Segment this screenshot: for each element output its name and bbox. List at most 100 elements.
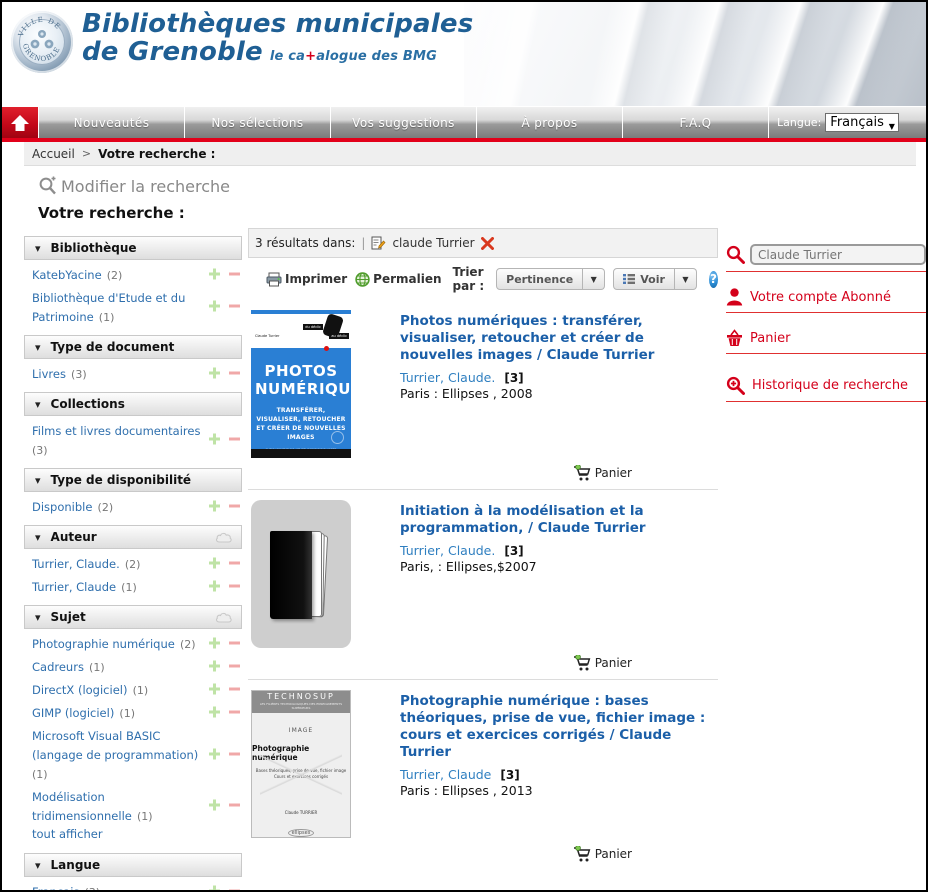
add-filter-icon[interactable] — [209, 799, 220, 811]
ville-de-grenoble-logo[interactable]: VILLE DE GRENOBLE — [11, 11, 73, 73]
chevron-down-icon: ▾ — [35, 530, 41, 544]
add-filter-icon[interactable] — [209, 300, 220, 312]
facet-header-bibliotheque[interactable]: ▾ Bibliothèque — [24, 236, 242, 260]
remove-x-icon[interactable] — [480, 236, 494, 250]
exclude-filter-icon[interactable] — [229, 271, 240, 276]
result-author[interactable]: Turrier, Claude. — [400, 370, 495, 385]
chevron-down-icon[interactable]: ▼ — [674, 268, 697, 290]
add-to-cart-button[interactable]: Panier — [573, 846, 632, 862]
result-publication: Paris : Ellipses , 2008 — [400, 386, 533, 401]
facet-item-label[interactable]: Photographie numérique — [32, 637, 175, 651]
facet-header-type-de-disponibilite[interactable]: ▾ Type de disponibilité — [24, 468, 242, 492]
exclude-filter-icon[interactable] — [229, 751, 240, 756]
nav-item-nos-selections[interactable]: Nos sélections — [184, 107, 330, 138]
nav-item-faq[interactable]: F.A.Q — [622, 107, 768, 138]
exclude-filter-icon[interactable] — [229, 304, 240, 309]
exclude-filter-icon[interactable] — [229, 437, 240, 442]
facet-item-label[interactable]: Turrier, Claude. — [32, 557, 120, 571]
cover-series-subtitle: LES FILIÈRES TECHNOLOGIQUES DES ENSEIGNE… — [252, 702, 350, 713]
exclude-filter-icon[interactable] — [229, 888, 240, 892]
add-filter-icon[interactable] — [209, 433, 220, 445]
exclude-filter-icon[interactable] — [229, 663, 240, 668]
exclude-filter-icon[interactable] — [229, 803, 240, 808]
tag-cloud-icon[interactable] — [215, 531, 233, 544]
facet-header-sujet[interactable]: ▾ Sujet — [24, 605, 242, 629]
breadcrumb-home[interactable]: Accueil — [32, 147, 75, 161]
add-filter-icon[interactable] — [209, 500, 220, 511]
view-dropdown[interactable]: Voir ▼ — [613, 268, 697, 290]
facet-header-type-de-document[interactable]: ▾ Type de document — [24, 335, 242, 359]
home-button[interactable] — [2, 107, 38, 138]
cart-label: Panier — [594, 847, 632, 861]
facet-item-label[interactable]: Disponible — [32, 500, 92, 514]
search-input[interactable] — [750, 244, 926, 265]
facet-item-label[interactable]: Films et livres documentaires — [32, 424, 200, 438]
view-button[interactable]: Voir — [613, 268, 675, 290]
exclude-filter-icon[interactable] — [229, 370, 240, 375]
exclude-filter-icon[interactable] — [229, 560, 240, 565]
facet-item-label[interactable]: Français — [32, 885, 79, 891]
language-select[interactable]: Français ▼ — [825, 113, 899, 132]
facet-header-auteur[interactable]: ▾ Auteur — [24, 525, 242, 549]
cover-badge-1: du déclic — [303, 324, 323, 330]
cart-row[interactable]: Panier — [726, 329, 926, 354]
exclude-filter-icon[interactable] — [229, 583, 240, 588]
add-filter-icon[interactable] — [209, 268, 220, 279]
magnifier-icon[interactable] — [726, 245, 745, 264]
exclude-filter-icon[interactable] — [229, 709, 240, 714]
exclude-filter-icon[interactable] — [229, 686, 240, 691]
book-cover-placeholder[interactable] — [251, 500, 351, 648]
sort-dropdown[interactable]: Pertinence ▼ — [496, 268, 606, 290]
add-filter-icon[interactable] — [209, 637, 220, 648]
nav-item-a-propos[interactable]: À propos — [476, 107, 622, 138]
active-query-term[interactable]: claude Turrier — [392, 236, 474, 250]
result-title[interactable]: Initiation à la modélisation et la progr… — [400, 503, 718, 537]
facet-item-label[interactable]: GIMP (logiciel) — [32, 706, 114, 720]
exclude-filter-icon[interactable] — [229, 503, 240, 508]
exclude-filter-icon[interactable] — [229, 640, 240, 645]
add-filter-icon[interactable] — [209, 706, 220, 717]
facet-item-label[interactable]: Microsoft Visual BASIC (langage de progr… — [32, 729, 198, 762]
result-thumbnail-wrap: Claude Turrier du déclic au déclic PHOTO… — [251, 310, 356, 481]
add-to-cart-button[interactable]: Panier — [573, 465, 632, 481]
add-to-cart-button[interactable]: Panier — [573, 655, 632, 671]
result-author[interactable]: Turrier, Claude — [400, 767, 491, 782]
add-filter-icon[interactable] — [209, 748, 220, 759]
facet-item-count: (1) — [136, 810, 153, 823]
add-filter-icon[interactable] — [209, 885, 220, 892]
print-button[interactable]: Imprimer — [266, 272, 347, 287]
history-row[interactable]: Historique de recherche — [726, 376, 926, 402]
permalink-button[interactable]: Permalien — [355, 271, 442, 287]
chevron-down-icon: ▾ — [35, 397, 41, 411]
result-author[interactable]: Turrier, Claude. — [400, 543, 495, 558]
book-cover-technosup[interactable]: TECHNOSUP LES FILIÈRES TECHNOLOGIQUES DE… — [251, 690, 351, 838]
add-filter-icon[interactable] — [209, 660, 220, 671]
facet-show-all-sujet[interactable]: tout afficher — [24, 826, 242, 845]
account-row[interactable]: Votre compte Abonné — [726, 288, 926, 313]
add-filter-icon[interactable] — [209, 683, 220, 694]
nav-item-vos-suggestions[interactable]: Vos suggestions — [330, 107, 476, 138]
modify-search-link[interactable]: Modifier la recherche — [38, 176, 926, 196]
facet-header-langue[interactable]: ▾ Langue — [24, 853, 242, 877]
sort-value[interactable]: Pertinence — [496, 268, 584, 290]
permalink-label: Permalien — [373, 272, 442, 286]
add-filter-icon[interactable] — [209, 557, 220, 568]
facet-item-label[interactable]: Cadreurs — [32, 660, 84, 674]
facet-item-label[interactable]: Livres — [32, 367, 66, 381]
facet-header-collections[interactable]: ▾ Collections — [24, 392, 242, 416]
chevron-down-icon[interactable]: ▼ — [583, 268, 606, 290]
book-cover-photos-numeriques[interactable]: Claude Turrier du déclic au déclic PHOTO… — [251, 310, 351, 458]
add-filter-icon[interactable] — [209, 367, 220, 378]
facet-item-label[interactable]: DirectX (logiciel) — [32, 683, 127, 697]
result-title[interactable]: Photos numériques : transférer, visualis… — [400, 313, 718, 364]
nav-item-nouveautes[interactable]: Nouveautés — [38, 107, 184, 138]
tag-cloud-icon[interactable] — [215, 611, 233, 624]
facet-item-label[interactable]: KatebYacine — [32, 268, 102, 282]
help-button[interactable]: ? — [708, 270, 718, 288]
facet-item: Films et livres documentaires (3) — [24, 418, 242, 460]
facet-item-label[interactable]: Modélisation tridimensionnelle — [32, 790, 132, 823]
facet-item-label[interactable]: Turrier, Claude — [32, 580, 116, 594]
add-filter-icon[interactable] — [209, 580, 220, 591]
result-title[interactable]: Photographie numérique : bases théorique… — [400, 693, 718, 761]
